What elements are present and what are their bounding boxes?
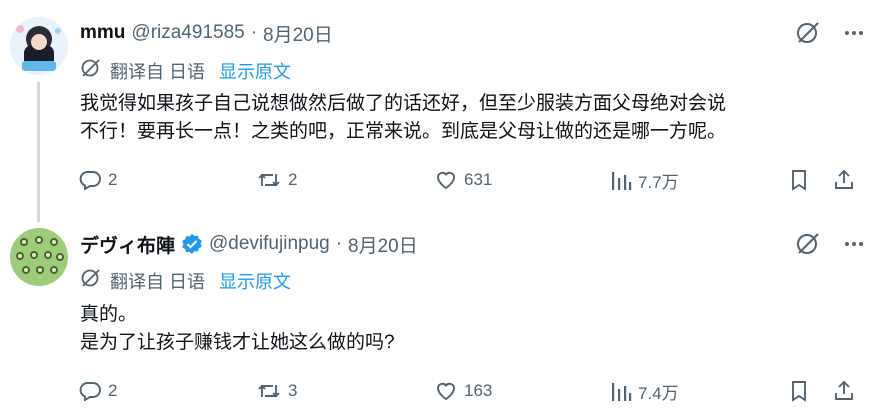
tweet-top-actions (795, 20, 865, 46)
views-count: 7.7万 (638, 173, 679, 192)
tweet-text-line: 不行！要再长一点！之类的吧，正常来说。到底是父母让做的还是哪一方呢。 (80, 121, 727, 142)
views-button[interactable]: 7.7万 (610, 168, 679, 193)
tweet-text: 我觉得如果孩子自己说想做然后做了的话还好，但至少服装方面父母绝对会说 不行！要再… (80, 90, 870, 146)
tweet-date[interactable]: 8月20日 (348, 231, 418, 258)
separator: · (335, 233, 343, 254)
like-button[interactable]: 631 (434, 168, 492, 192)
more-icon[interactable] (843, 233, 865, 255)
show-original-link[interactable]: 显示原文 (219, 268, 291, 294)
reply-icon (78, 379, 102, 403)
reply-button[interactable]: 2 (78, 379, 117, 403)
tweet-top-actions (795, 231, 865, 257)
translated-from-label: 翻译自 日语 (110, 61, 206, 82)
like-count: 631 (464, 170, 493, 189)
author-name[interactable]: デヴィ布陣 (80, 231, 175, 258)
translation-notice: 翻译自 日语 显示原文 (80, 267, 291, 294)
tweet-text-line: 真的。 (80, 304, 138, 325)
like-icon (434, 168, 458, 192)
tweet-actions: 2 2 631 7.7万 (78, 168, 868, 194)
author-handle[interactable]: @riza491585 (131, 22, 244, 44)
views-icon (610, 169, 632, 193)
bookmark-icon (788, 168, 810, 192)
tweet[interactable]: デヴィ布陣 @devifujinpug · 8月20日 翻译自 日语 显示原文 … (0, 215, 891, 417)
author-handle[interactable]: @devifujinpug (209, 233, 330, 255)
translate-icon (80, 267, 102, 294)
grok-icon[interactable] (795, 20, 821, 46)
tweet-text-line: 是为了让孩子赚钱才让她这么做的吗? (80, 332, 395, 353)
avatar[interactable] (10, 17, 68, 75)
bookmark-button[interactable] (788, 168, 810, 192)
reply-icon (78, 168, 102, 192)
share-icon (832, 168, 856, 192)
share-button[interactable] (832, 168, 856, 192)
verified-badge-icon[interactable] (181, 233, 203, 255)
author-name[interactable]: mmu (80, 22, 125, 44)
like-icon (434, 379, 458, 403)
tweet[interactable]: mmu @riza491585 · 8月20日 翻译自 日语 显示原文 我觉得如… (0, 0, 891, 222)
tweet-date[interactable]: 8月20日 (263, 20, 333, 47)
repost-icon (256, 168, 282, 192)
tweet-text-line: 我觉得如果孩子自己说想做然后做了的话还好，但至少服装方面父母绝对会说 (80, 93, 727, 114)
reply-count: 2 (108, 170, 118, 189)
show-original-link[interactable]: 显示原文 (219, 58, 291, 84)
tweet-actions: 2 3 163 7.4万 (78, 379, 868, 405)
tweet-header: デヴィ布陣 @devifujinpug · 8月20日 (80, 231, 418, 257)
tweet-header: mmu @riza491585 · 8月20日 (80, 20, 333, 46)
repost-button[interactable]: 2 (256, 168, 297, 192)
translate-icon (80, 57, 102, 84)
thread-line (37, 82, 40, 222)
avatar[interactable] (10, 228, 68, 286)
repost-icon (256, 379, 282, 403)
translation-notice: 翻译自 日语 显示原文 (80, 57, 291, 84)
reply-count: 2 (108, 381, 118, 400)
more-icon[interactable] (843, 22, 865, 44)
like-count: 163 (464, 381, 493, 400)
bookmark-icon (788, 379, 810, 403)
share-icon (832, 379, 856, 403)
reply-button[interactable]: 2 (78, 168, 117, 192)
views-count: 7.4万 (638, 384, 679, 403)
repost-button[interactable]: 3 (256, 379, 297, 403)
views-button[interactable]: 7.4万 (610, 379, 679, 404)
views-icon (610, 380, 632, 404)
repost-count: 3 (288, 381, 298, 400)
separator: · (250, 22, 258, 43)
like-button[interactable]: 163 (434, 379, 492, 403)
repost-count: 2 (288, 170, 298, 189)
share-button[interactable] (832, 379, 856, 403)
translated-from-label: 翻译自 日语 (110, 271, 206, 292)
tweet-text: 真的。 是为了让孩子赚钱才让她这么做的吗? (80, 301, 870, 357)
grok-icon[interactable] (795, 231, 821, 257)
bookmark-button[interactable] (788, 379, 810, 403)
